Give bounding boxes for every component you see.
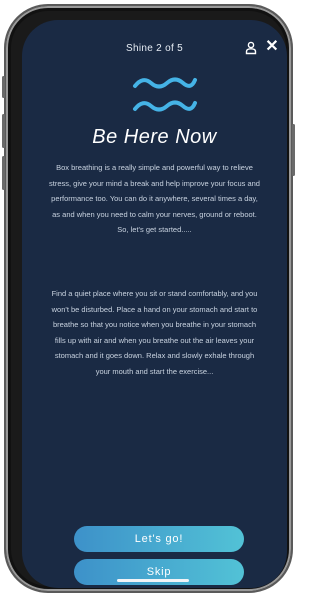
home-indicator[interactable]: [117, 579, 189, 582]
phone-side-button: [2, 114, 5, 148]
phone-side-button: [2, 76, 5, 98]
phone-frame: Shine 2 of 5 ✕ Be Here Now Box breathing…: [2, 4, 295, 593]
phone-side-button: [2, 156, 5, 190]
app-screen: Shine 2 of 5 ✕ Be Here Now Box breathing…: [22, 20, 287, 588]
close-icon[interactable]: ✕: [264, 38, 280, 56]
intro-paragraph: Box breathing is a really simple and pow…: [49, 163, 260, 234]
phone-side-button: [292, 124, 295, 176]
top-bar: Shine 2 of 5 ✕: [22, 20, 287, 70]
waves-icon: [133, 77, 197, 112]
page-title: Be Here Now: [92, 126, 217, 148]
instructions-paragraph: Find a quiet place where you sit or stan…: [51, 289, 258, 376]
lets-go-button[interactable]: Let's go!: [74, 526, 244, 552]
person-icon[interactable]: [244, 41, 258, 55]
